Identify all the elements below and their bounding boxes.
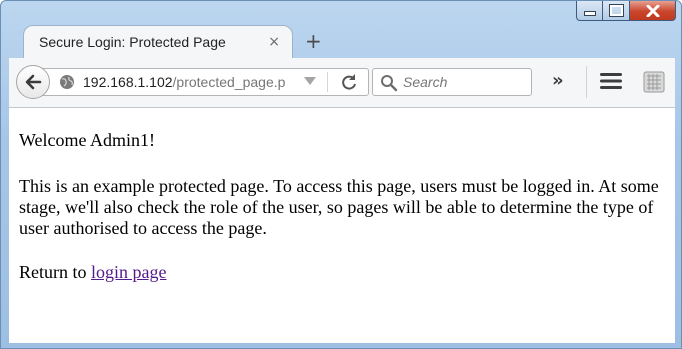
toolbar-separator: [586, 66, 587, 98]
maximize-button[interactable]: [603, 1, 630, 21]
close-window-button[interactable]: [630, 1, 676, 21]
window-controls: [576, 1, 676, 22]
minimize-button[interactable]: [576, 1, 603, 21]
tab-secure-login[interactable]: Secure Login: Protected Page ×: [23, 25, 293, 59]
tab-close-button[interactable]: ×: [268, 34, 280, 50]
hamburger-menu-icon[interactable]: [600, 72, 622, 90]
globe-icon: [60, 75, 74, 89]
search-bar[interactable]: Search: [372, 68, 532, 96]
new-tab-button[interactable]: +: [305, 29, 322, 53]
welcome-text: Welcome Admin1!: [19, 130, 156, 150]
tab-title: Secure Login: Protected Page: [39, 34, 226, 50]
url-host: 192.168.1.102: [83, 74, 173, 90]
login-page-link[interactable]: login page: [91, 262, 166, 282]
overflow-menu-button[interactable]: »: [552, 70, 564, 91]
search-icon: [381, 75, 398, 92]
url-text: 192.168.1.102/protected_page.p: [83, 74, 296, 90]
urlbar-separator: [327, 72, 328, 92]
dropdown-arrow-icon[interactable]: [303, 76, 317, 86]
extension-icon[interactable]: [643, 71, 665, 93]
return-line: Return to login page: [19, 262, 659, 283]
navigation-toolbar: 192.168.1.102/protected_page.p Search »: [9, 58, 675, 108]
search-placeholder: Search: [403, 74, 448, 90]
address-bar[interactable]: 192.168.1.102/protected_page.p: [39, 68, 369, 96]
back-arrow-icon: [25, 74, 42, 90]
back-button[interactable]: [16, 65, 50, 99]
reload-icon[interactable]: [340, 73, 358, 91]
tab-strip: Secure Login: Protected Page × +: [9, 23, 669, 59]
minimize-icon: [583, 11, 596, 16]
url-path: /protected_page.p: [172, 74, 286, 90]
return-prefix: Return to: [19, 262, 87, 282]
browser-window: Secure Login: Protected Page × + 192.168…: [0, 0, 682, 349]
page-content: Welcome Admin1! This is an example prote…: [9, 108, 675, 343]
close-icon: [646, 4, 659, 17]
description-text: This is an example protected page. To ac…: [19, 176, 659, 238]
maximize-icon: [608, 4, 624, 17]
